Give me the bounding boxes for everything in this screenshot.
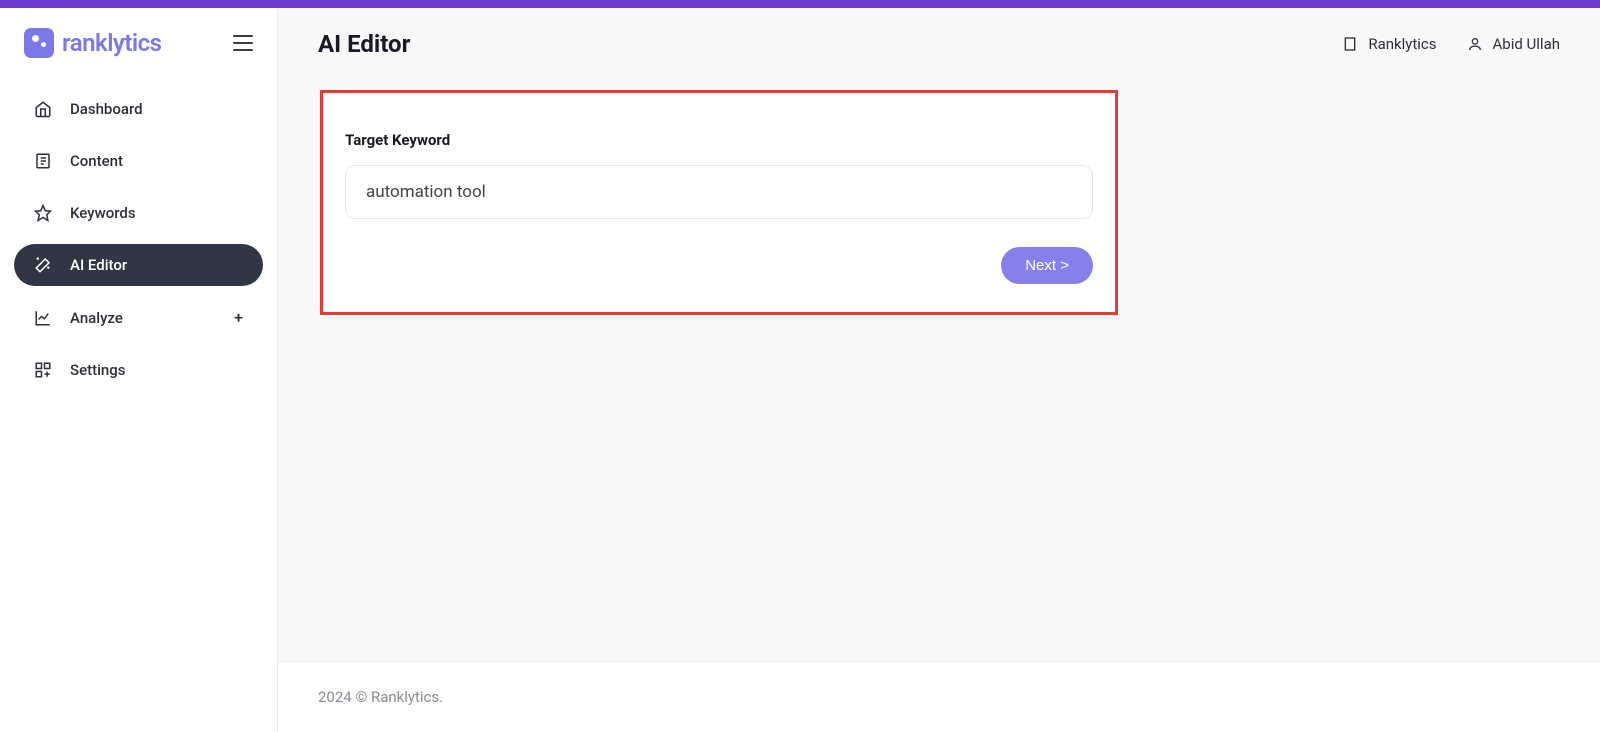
- sidebar-item-content[interactable]: Content: [14, 140, 263, 182]
- sidebar-header: ranklytics: [0, 28, 277, 88]
- sidebar-item-dashboard[interactable]: Dashboard: [14, 88, 263, 130]
- main-area: AI Editor Ranklytics Abid Ullah: [278, 8, 1600, 732]
- sidebar-item-label: Settings: [70, 361, 126, 379]
- sidebar-item-label: AI Editor: [70, 256, 127, 274]
- logo-icon: [24, 28, 54, 58]
- expand-icon: +: [234, 308, 243, 327]
- sidebar-item-keywords[interactable]: Keywords: [14, 192, 263, 234]
- building-icon: [1342, 36, 1358, 52]
- workspace-switcher[interactable]: Ranklytics: [1342, 35, 1436, 53]
- keyword-card-highlight: Target Keyword Next >: [320, 90, 1118, 315]
- sidebar-item-label: Content: [70, 152, 123, 170]
- sidebar-item-ai-editor[interactable]: AI Editor: [14, 244, 263, 286]
- sidebar-item-settings[interactable]: Settings: [14, 349, 263, 391]
- button-row: Next >: [345, 247, 1093, 284]
- page-header: AI Editor Ranklytics Abid Ullah: [278, 8, 1600, 68]
- document-icon: [34, 152, 52, 170]
- chart-icon: [34, 309, 52, 327]
- home-icon: [34, 100, 52, 118]
- footer: 2024 © Ranklytics.: [278, 661, 1600, 732]
- keyword-label: Target Keyword: [345, 131, 1093, 149]
- workspace-name: Ranklytics: [1368, 35, 1436, 53]
- content-area: Target Keyword Next >: [278, 68, 1600, 661]
- user-icon: [1467, 36, 1483, 52]
- brand-name: ranklytics: [62, 29, 162, 57]
- app-container: ranklytics Dashboard Content: [0, 8, 1600, 732]
- sidebar-item-label: Dashboard: [70, 100, 143, 118]
- star-icon: [34, 204, 52, 222]
- apps-icon: [34, 361, 52, 379]
- next-button[interactable]: Next >: [1001, 247, 1093, 284]
- sidebar-nav: Dashboard Content Keywords AI Editor: [0, 88, 277, 401]
- footer-text: 2024 © Ranklytics.: [318, 688, 443, 706]
- keyword-card: Target Keyword Next >: [318, 88, 1120, 317]
- sidebar-item-label: Analyze: [70, 309, 123, 327]
- top-accent-bar: [0, 0, 1600, 8]
- brand-logo[interactable]: ranklytics: [24, 28, 162, 58]
- sidebar-item-analyze[interactable]: Analyze +: [14, 296, 263, 339]
- page-title: AI Editor: [318, 30, 410, 58]
- magic-wand-icon: [34, 256, 52, 274]
- sidebar-item-label: Keywords: [70, 204, 136, 222]
- user-name: Abid Ullah: [1493, 35, 1560, 53]
- user-menu[interactable]: Abid Ullah: [1467, 35, 1560, 53]
- keyword-input[interactable]: [345, 165, 1093, 219]
- menu-toggle-icon[interactable]: [233, 35, 253, 51]
- header-right: Ranklytics Abid Ullah: [1342, 35, 1560, 53]
- sidebar: ranklytics Dashboard Content: [0, 8, 278, 732]
